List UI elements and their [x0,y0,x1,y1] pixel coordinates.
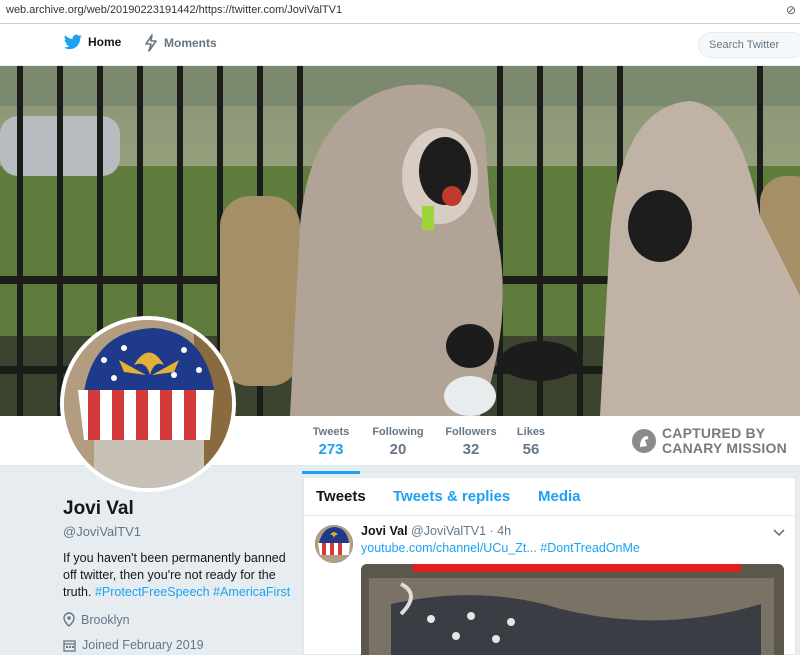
profile-avatar[interactable] [60,316,236,492]
profile-name[interactable]: Jovi Val [63,498,293,520]
stat-following[interactable]: Following 20 [370,426,426,458]
canary-watermark: CAPTURED BY CANARY MISSION [632,426,787,456]
stat-likes[interactable]: Likes 56 [510,426,552,458]
browser-url-bar[interactable]: web.archive.org/web/20190223191442/https… [0,0,800,24]
nav-home[interactable]: Home [64,34,121,50]
chevron-down-icon[interactable] [773,526,785,540]
location-pin-icon [63,612,75,627]
stat-likes-label: Likes [516,426,546,438]
profile-bio: If you haven't been permanently banned o… [63,550,293,601]
profile-handle[interactable]: @JoviValTV1 [63,524,293,539]
stat-followers-label: Followers [445,426,497,438]
stat-followers[interactable]: Followers 32 [442,426,500,458]
profile-info: Jovi Val @JoviValTV1 If you haven't been… [63,498,293,652]
tweet-media-image[interactable] [361,564,784,655]
stat-tweets-value: 273 [318,441,344,458]
tweet-author-name[interactable]: Jovi Val [361,524,408,538]
tab-tweets-replies[interactable]: Tweets & replies [393,488,510,505]
url-text: web.archive.org/web/20190223191442/https… [6,4,343,16]
profile-location-text: Brooklyn [81,612,130,627]
tweet-hashtag[interactable]: #DontTreadOnMe [540,541,640,555]
tab-tweets[interactable]: Tweets [316,488,366,505]
canary-logo-icon [632,429,656,453]
tweet-avatar[interactable] [315,525,353,563]
nav-moments-label: Moments [164,36,217,50]
bio-hashtag-americafirst[interactable]: #AmericaFirst [213,585,290,599]
search-input[interactable]: Search Twitter [698,32,800,58]
tweet-link[interactable]: youtube.com/channel/UCu_Zt... [361,541,537,555]
tweet[interactable]: Jovi Val @JoviValTV1 · 4h youtube.com/ch… [304,516,795,655]
tweet-time[interactable]: · 4h [490,524,512,538]
nav-home-label: Home [88,35,122,49]
tweet-text: youtube.com/channel/UCu_Zt... #DontTread… [361,541,640,555]
canary-line1: CAPTURED BY [662,425,766,441]
bio-hashtag-protectfreespeech[interactable]: #ProtectFreeSpeech [95,585,210,599]
stat-followers-value: 32 [462,441,480,458]
nav-moments[interactable]: Moments [144,34,217,52]
extension-icon[interactable]: ⊘ [786,3,796,17]
stat-following-label: Following [372,426,424,438]
twitter-bird-icon [64,34,82,50]
profile-location: Brooklyn [63,612,293,627]
stat-tweets-label: Tweets [312,426,350,438]
stat-tweets[interactable]: Tweets 273 [302,426,360,474]
moments-bolt-icon [145,34,157,52]
tweet-author-handle[interactable]: @JoviValTV1 [411,524,486,538]
top-nav: Home Moments Search Twitter [0,24,800,66]
calendar-icon [63,639,76,652]
tab-media[interactable]: Media [538,488,581,505]
stat-likes-value: 56 [522,441,540,458]
stat-following-value: 20 [389,441,407,458]
profile-joined: Joined February 2019 [63,638,293,652]
tweet-header: Jovi Val @JoviValTV1 · 4h [361,524,511,538]
canary-line2: CANARY MISSION [662,440,787,456]
timeline-tabs: Tweets Tweets & replies Media [304,478,795,516]
profile-joined-text: Joined February 2019 [82,638,204,652]
timeline: Tweets Tweets & replies Media Jovi Val @… [303,477,796,655]
